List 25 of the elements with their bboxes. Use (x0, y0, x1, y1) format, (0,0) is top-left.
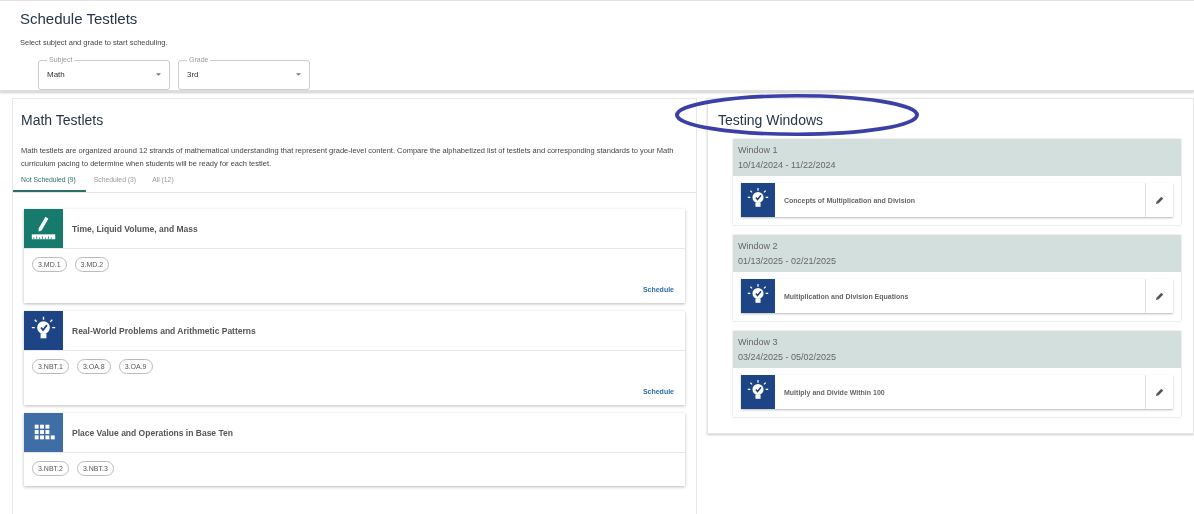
caret-icon (296, 73, 301, 76)
caret-icon (156, 73, 161, 76)
window-name: Window 2 (738, 241, 779, 251)
window-dates: 01/13/2025 - 02/21/2025 (738, 256, 838, 266)
edit-button[interactable] (1145, 375, 1173, 409)
pencil-icon (1154, 290, 1165, 302)
testlet-title: Real-World Problems and Arithmetic Patterns (72, 325, 256, 336)
dropdown-value: 3rd (187, 70, 200, 79)
lightbulb-check-icon (741, 183, 775, 217)
window-name: Window 3 (738, 337, 779, 347)
dropdown-value: Math (47, 70, 66, 79)
page-title: Schedule Testlets (20, 10, 139, 27)
window-name: Window 1 (738, 145, 779, 155)
window-dates: 03/24/2025 - 05/02/2025 (738, 352, 838, 362)
testlet-title: Time, Liquid Volume, and Mass (72, 223, 198, 234)
testlet-title: Place Value and Operations in Base Ten (72, 427, 233, 438)
edit-button[interactable] (1145, 183, 1173, 217)
pencil-icon (1154, 194, 1165, 206)
pencil-icon (1154, 386, 1165, 398)
lightbulb-check-icon (741, 375, 775, 409)
edit-button[interactable] (1145, 279, 1173, 313)
lightbulb-check-icon (741, 279, 775, 313)
window-dates: 10/14/2024 - 11/22/2024 (738, 160, 837, 170)
section-title: Testing Windows (718, 112, 825, 128)
section-title: Math Testlets (21, 112, 105, 128)
